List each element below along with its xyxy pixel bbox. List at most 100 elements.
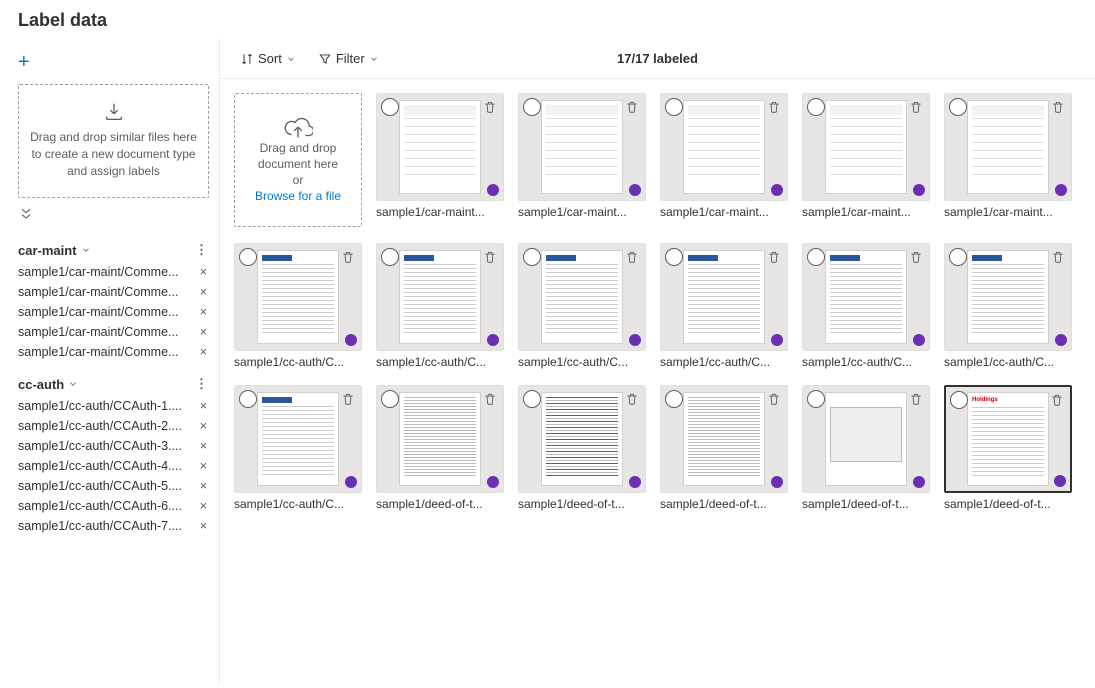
delete-button[interactable] [623,248,641,266]
file-row[interactable]: sample1/car-maint/Comme...× [18,262,209,282]
document-thumbnail[interactable] [802,243,930,351]
file-row[interactable]: sample1/cc-auth/CCAuth-7....× [18,516,209,536]
delete-button[interactable] [907,390,925,408]
document-card[interactable]: sample1/cc-auth/C... [234,385,362,511]
document-card[interactable]: sample1/car-maint... [944,93,1072,227]
remove-file-button[interactable]: × [198,325,209,339]
remove-file-button[interactable]: × [198,399,209,413]
file-row[interactable]: sample1/cc-auth/CCAuth-6....× [18,496,209,516]
select-checkbox[interactable] [665,248,683,266]
document-card[interactable]: sample1/car-maint... [802,93,930,227]
document-card[interactable]: sample1/cc-auth/C... [518,243,646,369]
browse-link[interactable]: Browse for a file [255,188,341,204]
select-checkbox[interactable] [665,390,683,408]
select-checkbox[interactable] [949,98,967,116]
delete-button[interactable] [481,98,499,116]
select-checkbox[interactable] [523,248,541,266]
document-thumbnail[interactable] [518,385,646,493]
file-row[interactable]: sample1/car-maint/Comme...× [18,302,209,322]
delete-button[interactable] [339,248,357,266]
delete-button[interactable] [765,98,783,116]
document-thumbnail[interactable] [376,93,504,201]
document-thumbnail[interactable] [802,385,930,493]
document-thumbnail[interactable] [234,243,362,351]
file-row[interactable]: sample1/cc-auth/CCAuth-4....× [18,456,209,476]
document-card[interactable]: sample1/cc-auth/C... [944,243,1072,369]
file-row[interactable]: sample1/cc-auth/CCAuth-3....× [18,436,209,456]
document-card[interactable]: Holdingssample1/deed-of-t... [944,385,1072,511]
select-checkbox[interactable] [949,248,967,266]
document-thumbnail[interactable] [376,385,504,493]
delete-button[interactable] [1049,248,1067,266]
remove-file-button[interactable]: × [198,519,209,533]
document-card[interactable]: sample1/car-maint... [376,93,504,227]
remove-file-button[interactable]: × [198,499,209,513]
select-checkbox[interactable] [381,98,399,116]
remove-file-button[interactable]: × [198,439,209,453]
document-thumbnail[interactable] [518,93,646,201]
document-thumbnail[interactable] [376,243,504,351]
document-thumbnail[interactable] [944,93,1072,201]
select-checkbox[interactable] [239,390,257,408]
document-thumbnail[interactable]: Holdings [944,385,1072,493]
select-checkbox[interactable] [381,248,399,266]
remove-file-button[interactable]: × [198,345,209,359]
select-checkbox[interactable] [239,248,257,266]
delete-button[interactable] [339,390,357,408]
document-card[interactable]: sample1/cc-auth/C... [234,243,362,369]
select-checkbox[interactable] [665,98,683,116]
document-card[interactable]: sample1/car-maint... [660,93,788,227]
file-row[interactable]: sample1/cc-auth/CCAuth-1....× [18,396,209,416]
document-card[interactable]: sample1/cc-auth/C... [376,243,504,369]
document-thumbnail[interactable] [660,243,788,351]
remove-file-button[interactable]: × [198,479,209,493]
label-group-header[interactable]: cc-auth⋮ [18,372,209,396]
more-button[interactable]: ⋮ [195,376,209,392]
delete-button[interactable] [623,390,641,408]
document-card[interactable]: sample1/deed-of-t... [518,385,646,511]
document-card[interactable]: sample1/cc-auth/C... [660,243,788,369]
remove-file-button[interactable]: × [198,459,209,473]
delete-button[interactable] [765,390,783,408]
document-thumbnail[interactable] [944,243,1072,351]
document-card[interactable]: sample1/cc-auth/C... [802,243,930,369]
filter-button[interactable]: Filter [312,47,385,70]
add-label-button[interactable]: + [18,47,209,84]
select-checkbox[interactable] [523,98,541,116]
more-button[interactable]: ⋮ [195,242,209,258]
label-group-header[interactable]: car-maint⋮ [18,238,209,262]
document-card[interactable]: sample1/deed-of-t... [802,385,930,511]
delete-button[interactable] [907,248,925,266]
sort-button[interactable]: Sort [234,47,302,70]
file-row[interactable]: sample1/cc-auth/CCAuth-5....× [18,476,209,496]
document-card[interactable]: sample1/deed-of-t... [376,385,504,511]
sidebar-dropzone[interactable]: Drag and drop similar files here to crea… [18,84,209,198]
document-thumbnail[interactable] [802,93,930,201]
select-checkbox[interactable] [523,390,541,408]
select-checkbox[interactable] [807,98,825,116]
file-row[interactable]: sample1/car-maint/Comme...× [18,342,209,362]
delete-button[interactable] [1048,391,1066,409]
delete-button[interactable] [765,248,783,266]
remove-file-button[interactable]: × [198,265,209,279]
delete-button[interactable] [907,98,925,116]
remove-file-button[interactable]: × [198,305,209,319]
select-checkbox[interactable] [807,248,825,266]
delete-button[interactable] [1049,98,1067,116]
document-thumbnail[interactable] [660,93,788,201]
remove-file-button[interactable]: × [198,419,209,433]
file-row[interactable]: sample1/cc-auth/CCAuth-2....× [18,416,209,436]
collapse-all-button[interactable] [18,198,209,228]
upload-dropzone[interactable]: Drag and drop document here or Browse fo… [234,93,362,227]
document-thumbnail[interactable] [660,385,788,493]
document-card[interactable]: sample1/car-maint... [518,93,646,227]
delete-button[interactable] [623,98,641,116]
select-checkbox[interactable] [950,391,968,409]
delete-button[interactable] [481,248,499,266]
file-row[interactable]: sample1/car-maint/Comme...× [18,282,209,302]
document-card[interactable]: sample1/deed-of-t... [660,385,788,511]
remove-file-button[interactable]: × [198,285,209,299]
document-thumbnail[interactable] [518,243,646,351]
file-row[interactable]: sample1/car-maint/Comme...× [18,322,209,342]
select-checkbox[interactable] [807,390,825,408]
